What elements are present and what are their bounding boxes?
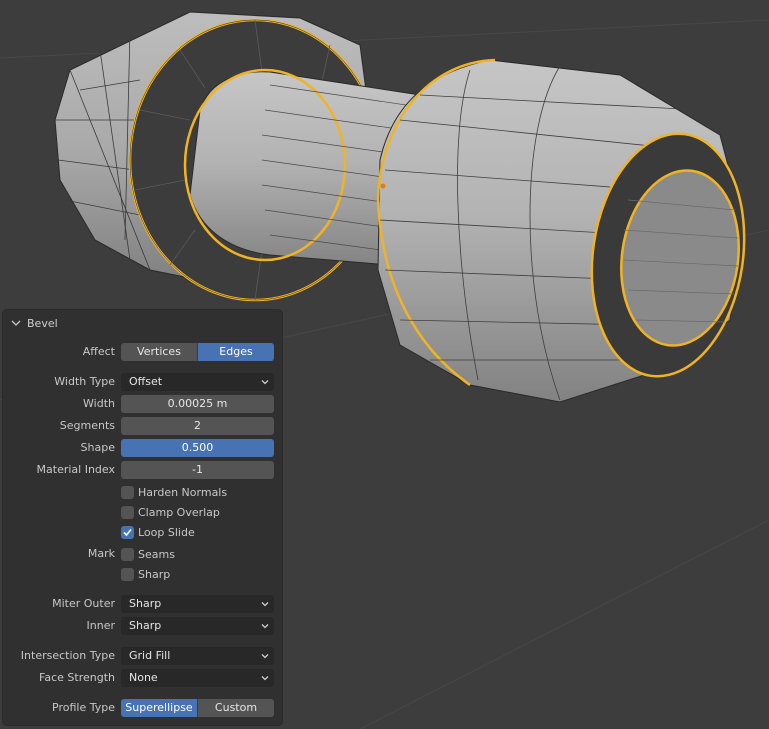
- width-field[interactable]: 0.00025 m: [121, 395, 274, 413]
- width-type-value: Offset: [129, 375, 163, 388]
- width-type-label: Width Type: [54, 375, 115, 388]
- checkmark-icon: [123, 528, 132, 536]
- dropdown-arrow-icon: [261, 624, 269, 629]
- face-strength-label: Face Strength: [39, 671, 115, 684]
- miter-inner-label: Inner: [86, 619, 115, 632]
- loop-slide-box[interactable]: [121, 525, 134, 539]
- miter-outer-value: Sharp: [129, 597, 162, 610]
- mark-sharp-label: Sharp: [138, 567, 171, 581]
- affect-vertices-button[interactable]: Vertices: [121, 343, 197, 361]
- mark-seams-checkbox[interactable]: Seams: [121, 546, 175, 562]
- loop-slide-checkbox[interactable]: Loop Slide: [121, 524, 195, 540]
- clamp-overlap-checkbox[interactable]: Clamp Overlap: [121, 504, 220, 520]
- harden-normals-label: Harden Normals: [138, 485, 228, 499]
- harden-normals-box[interactable]: [121, 485, 134, 499]
- segments-label: Segments: [59, 419, 115, 432]
- miter-outer-dropdown[interactable]: Sharp: [121, 595, 274, 613]
- profile-type-toggle[interactable]: Superellipse Custom: [121, 699, 274, 717]
- mark-seams-label: Seams: [138, 547, 175, 561]
- affect-label: Affect: [82, 345, 115, 358]
- affect-edges-button[interactable]: Edges: [197, 343, 274, 361]
- miter-inner-dropdown[interactable]: Sharp: [121, 617, 274, 635]
- dropdown-arrow-icon: [261, 380, 269, 385]
- harden-normals-checkbox[interactable]: Harden Normals: [121, 484, 227, 500]
- panel-title: Bevel: [27, 316, 58, 330]
- clamp-overlap-box[interactable]: [121, 505, 134, 519]
- panel-header[interactable]: Bevel: [11, 316, 58, 330]
- bevel-operator-panel[interactable]: Bevel Affect Vertices Edges Width Type O…: [3, 310, 282, 725]
- dropdown-arrow-icon: [261, 676, 269, 681]
- mark-label: Mark: [87, 547, 115, 560]
- chevron-down-icon[interactable]: [11, 318, 21, 328]
- loop-slide-label: Loop Slide: [138, 525, 195, 539]
- face-strength-dropdown[interactable]: None: [121, 669, 274, 687]
- material-index-field[interactable]: -1: [121, 461, 274, 479]
- mark-sharp-box[interactable]: [121, 567, 134, 581]
- clamp-overlap-label: Clamp Overlap: [138, 505, 220, 519]
- dropdown-arrow-icon: [261, 654, 269, 659]
- face-strength-value: None: [129, 671, 158, 684]
- profile-custom-button[interactable]: Custom: [197, 699, 274, 717]
- profile-type-label: Profile Type: [52, 701, 115, 714]
- miter-inner-value: Sharp: [129, 619, 162, 632]
- profile-superellipse-button[interactable]: Superellipse: [121, 699, 197, 717]
- shape-slider[interactable]: 0.500: [121, 439, 274, 457]
- right-cylinder-mesh: [376, 58, 746, 403]
- intersection-type-label: Intersection Type: [20, 649, 115, 662]
- material-index-label: Material Index: [36, 463, 115, 476]
- miter-outer-label: Miter Outer: [52, 597, 115, 610]
- width-type-dropdown[interactable]: Offset: [121, 373, 274, 391]
- affect-toggle[interactable]: Vertices Edges: [121, 343, 274, 361]
- shape-label: Shape: [80, 441, 115, 454]
- mark-sharp-checkbox[interactable]: Sharp: [121, 566, 170, 582]
- intersection-type-value: Grid Fill: [129, 649, 171, 662]
- segments-field[interactable]: 2: [121, 417, 274, 435]
- width-label: Width: [83, 397, 115, 410]
- intersection-type-dropdown[interactable]: Grid Fill: [121, 647, 274, 665]
- mark-seams-box[interactable]: [121, 547, 134, 561]
- dropdown-arrow-icon: [261, 602, 269, 607]
- 3d-cursor-origin: [380, 183, 386, 189]
